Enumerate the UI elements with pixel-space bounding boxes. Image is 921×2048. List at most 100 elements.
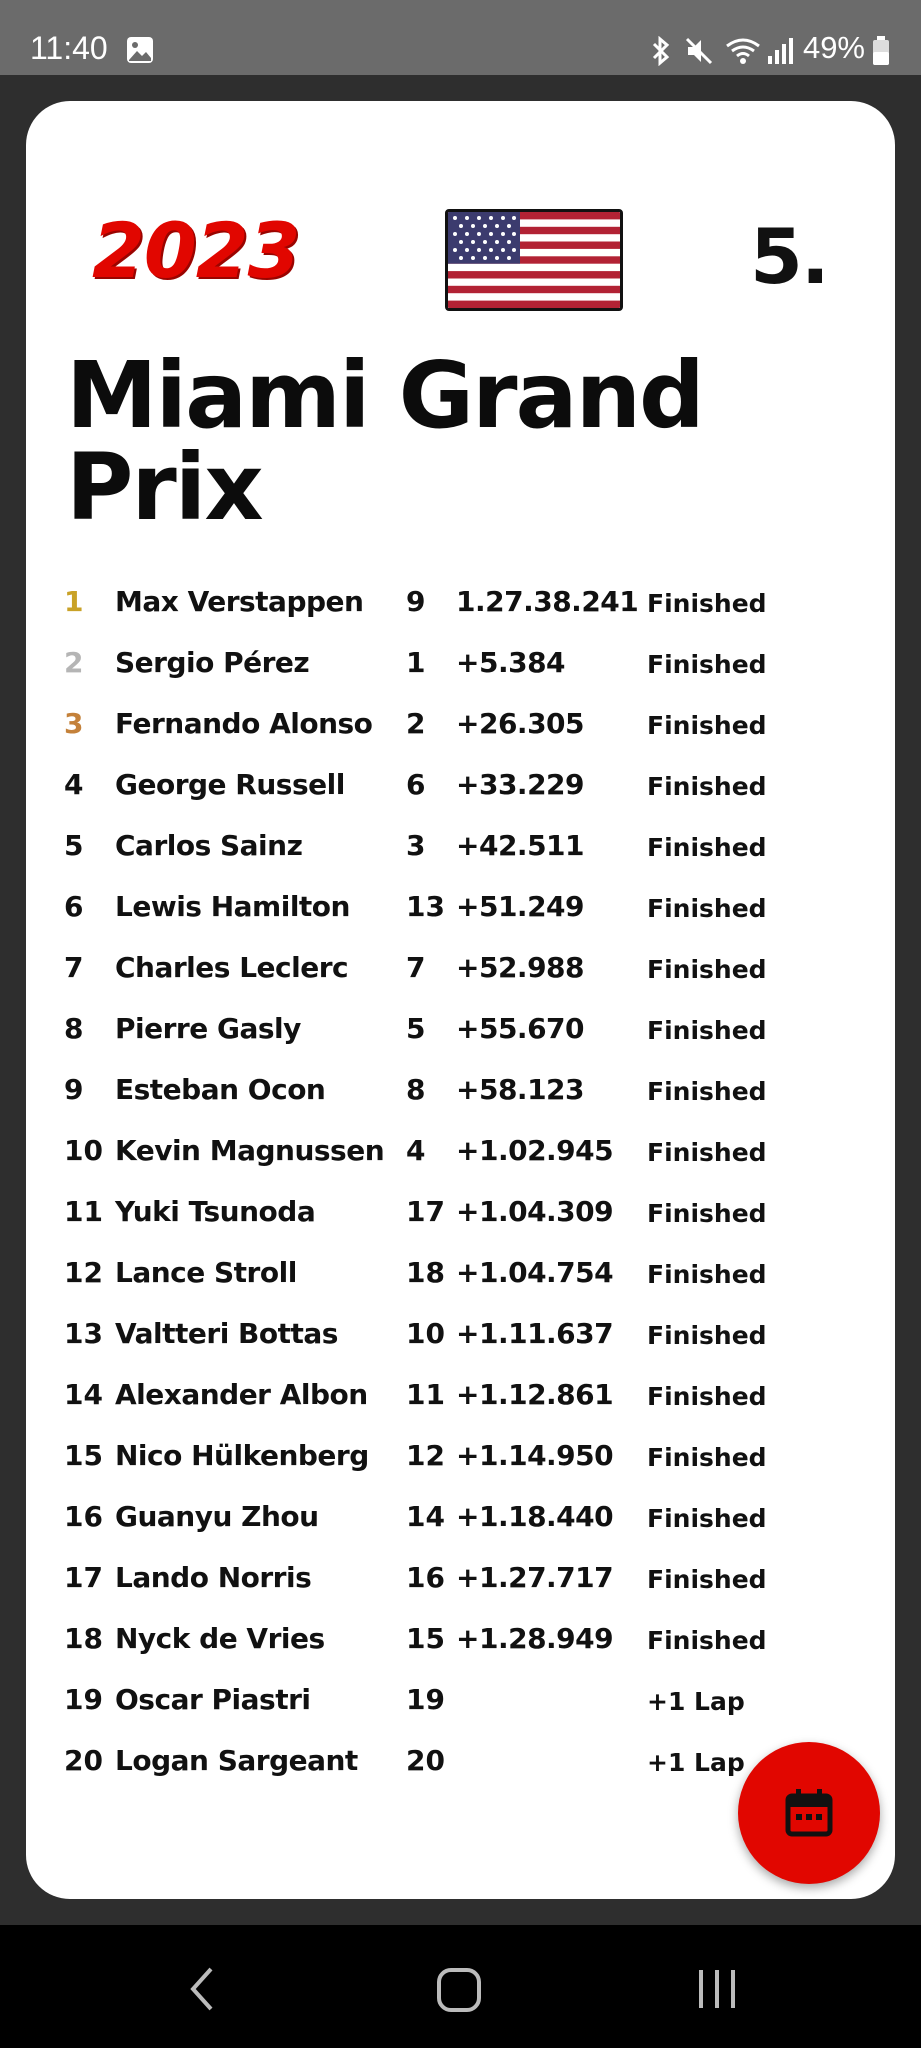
- result-row: 1 Max Verstappen 9 1.27.38.241 Finished: [0, 585, 921, 645]
- race-status: Finished: [647, 1382, 767, 1411]
- finish-position: 20: [64, 1744, 103, 1777]
- round-number: 5.: [750, 212, 830, 301]
- race-time: +1.04.754: [456, 1256, 614, 1289]
- race-time: 1.27.38.241: [456, 585, 639, 618]
- driver-name: Lance Stroll: [115, 1256, 297, 1289]
- result-row: 10 Kevin Magnussen 4 +1.02.945 Finished: [0, 1134, 921, 1194]
- finish-position: 10: [64, 1134, 103, 1167]
- grid-position: 13: [406, 890, 445, 923]
- driver-name: Fernando Alonso: [115, 707, 373, 740]
- race-status: Finished: [647, 1077, 767, 1106]
- finish-position: 18: [64, 1622, 103, 1655]
- race-time: +26.305: [456, 707, 585, 740]
- race-time: +1.12.861: [456, 1378, 614, 1411]
- race-time: +1.28.949: [456, 1622, 614, 1655]
- grid-position: 14: [406, 1500, 445, 1533]
- mute-icon: [684, 36, 714, 70]
- calendar-button[interactable]: [738, 1742, 880, 1884]
- race-status: Finished: [647, 772, 767, 801]
- grid-position: 6: [406, 768, 426, 801]
- grid-position: 17: [406, 1195, 445, 1228]
- home-icon[interactable]: [436, 1967, 482, 2017]
- driver-name: Max Verstappen: [115, 585, 364, 618]
- bluetooth-icon: [650, 35, 672, 70]
- driver-name: Logan Sargeant: [115, 1744, 358, 1777]
- grid-position: 11: [406, 1378, 445, 1411]
- driver-name: Guanyu Zhou: [115, 1500, 319, 1533]
- race-status: Finished: [647, 1016, 767, 1045]
- driver-name: Esteban Ocon: [115, 1073, 326, 1106]
- race-time: +1.14.950: [456, 1439, 614, 1472]
- finish-position: 19: [64, 1683, 103, 1716]
- finish-position: 12: [64, 1256, 103, 1289]
- result-row: 5 Carlos Sainz 3 +42.511 Finished: [0, 829, 921, 889]
- finish-position: 17: [64, 1561, 103, 1594]
- result-row: 2 Sergio Pérez 1 +5.384 Finished: [0, 646, 921, 706]
- race-time: +1.18.440: [456, 1500, 614, 1533]
- finish-position: 7: [64, 951, 84, 984]
- driver-name: Yuki Tsunoda: [115, 1195, 316, 1228]
- driver-name: Lewis Hamilton: [115, 890, 350, 923]
- finish-position: 15: [64, 1439, 103, 1472]
- usa-flag-icon: [445, 209, 623, 311]
- grid-position: 9: [406, 585, 426, 618]
- image-icon: [126, 36, 154, 68]
- race-status: Finished: [647, 589, 767, 618]
- grid-position: 15: [406, 1622, 445, 1655]
- grid-position: 18: [406, 1256, 445, 1289]
- race-status: Finished: [647, 1443, 767, 1472]
- result-row: 3 Fernando Alonso 2 +26.305 Finished: [0, 707, 921, 767]
- grid-position: 5: [406, 1012, 426, 1045]
- race-status: Finished: [647, 1321, 767, 1350]
- finish-position: 9: [64, 1073, 84, 1106]
- finish-position: 6: [64, 890, 84, 923]
- result-row: 18 Nyck de Vries 15 +1.28.949 Finished: [0, 1622, 921, 1682]
- finish-position: 2: [64, 646, 84, 679]
- finish-position: 13: [64, 1317, 103, 1350]
- result-row: 16 Guanyu Zhou 14 +1.18.440 Finished: [0, 1500, 921, 1560]
- signal-icon: [766, 36, 794, 70]
- wifi-icon: [724, 36, 762, 70]
- driver-name: Charles Leclerc: [115, 951, 349, 984]
- result-row: 15 Nico Hülkenberg 12 +1.14.950 Finished: [0, 1439, 921, 1499]
- grid-position: 19: [406, 1683, 445, 1716]
- driver-name: Sergio Pérez: [115, 646, 310, 679]
- grid-position: 10: [406, 1317, 445, 1350]
- finish-position: 3: [64, 707, 84, 740]
- race-status: Finished: [647, 1504, 767, 1533]
- finish-position: 16: [64, 1500, 103, 1533]
- grid-position: 1: [406, 646, 426, 679]
- race-time: +1.27.717: [456, 1561, 614, 1594]
- race-status: Finished: [647, 650, 767, 679]
- race-status: Finished: [647, 711, 767, 740]
- finish-position: 4: [64, 768, 84, 801]
- race-status: Finished: [647, 955, 767, 984]
- season-year: 2023: [92, 206, 301, 295]
- result-row: 7 Charles Leclerc 7 +52.988 Finished: [0, 951, 921, 1011]
- race-time: +52.988: [456, 951, 585, 984]
- result-row: 6 Lewis Hamilton 13 +51.249 Finished: [0, 890, 921, 950]
- driver-name: Oscar Piastri: [115, 1683, 311, 1716]
- race-time: +55.670: [456, 1012, 585, 1045]
- driver-name: George Russell: [115, 768, 345, 801]
- result-row: 9 Esteban Ocon 8 +58.123 Finished: [0, 1073, 921, 1133]
- recents-icon[interactable]: [696, 1967, 738, 2015]
- grid-position: 3: [406, 829, 426, 862]
- driver-name: Kevin Magnussen: [115, 1134, 385, 1167]
- finish-position: 1: [64, 585, 84, 618]
- status-time: 11:40: [30, 30, 108, 66]
- driver-name: Nyck de Vries: [115, 1622, 325, 1655]
- grid-position: 16: [406, 1561, 445, 1594]
- driver-name: Valtteri Bottas: [115, 1317, 338, 1350]
- back-icon[interactable]: [185, 1965, 219, 2017]
- race-status: Finished: [647, 1138, 767, 1167]
- race-time: +42.511: [456, 829, 585, 862]
- race-time: +58.123: [456, 1073, 585, 1106]
- navigation-bar: [0, 1925, 921, 2048]
- race-status: +1 Lap: [647, 1687, 745, 1716]
- result-row: 12 Lance Stroll 18 +1.04.754 Finished: [0, 1256, 921, 1316]
- result-row: 8 Pierre Gasly 5 +55.670 Finished: [0, 1012, 921, 1072]
- result-row: 19 Oscar Piastri 19 +1 Lap: [0, 1683, 921, 1743]
- grid-position: 12: [406, 1439, 445, 1472]
- driver-name: Nico Hülkenberg: [115, 1439, 369, 1472]
